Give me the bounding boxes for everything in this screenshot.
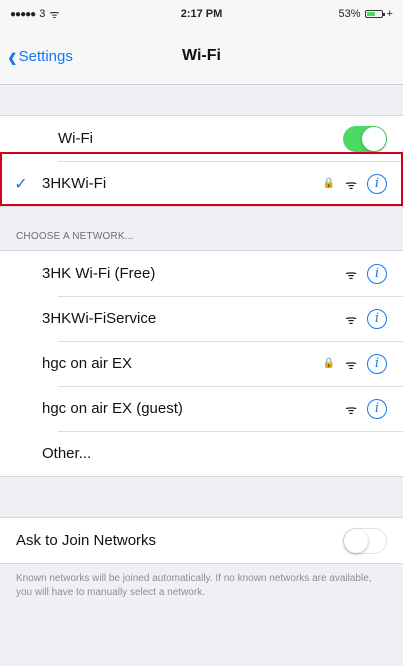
network-list: 3HK Wi-Fi (Free) ᯤ i 3HKWi-FiService ᯤ i…	[0, 250, 403, 477]
other-label: Other...	[42, 445, 92, 462]
ask-join-footer: Known networks will be joined automatica…	[16, 573, 372, 598]
network-name: hgc on air EX	[42, 355, 133, 372]
wifi-signal-icon: ᯤ	[345, 356, 357, 372]
info-icon[interactable]: i	[367, 353, 387, 374]
status-left: ●●●●● 3 ᯤ	[10, 7, 100, 22]
settings-screen: ●●●●● 3 ᯤ 2:17 PM 53% + ‹ Settings Wi-Fi…	[0, 0, 403, 666]
ask-join-row: Ask to Join Networks	[0, 518, 403, 563]
carrier-label: 3	[39, 8, 46, 20]
choose-network-header: CHOOSE A NETWORK...	[16, 231, 134, 242]
ask-join-group: Ask to Join Networks	[0, 517, 403, 564]
status-bar: ●●●●● 3 ᯤ 2:17 PM 53% +	[0, 0, 403, 28]
network-row[interactable]: hgc on air EX (guest) ᯤ i	[0, 386, 403, 431]
chevron-left-icon: ‹	[8, 38, 17, 74]
wifi-signal-icon: ᯤ	[345, 311, 357, 327]
wifi-group: Wi-Fi ✓ 3HKWi-Fi 🔒 ᯤ i	[0, 115, 403, 207]
network-name: 3HKWi-FiService	[42, 310, 157, 327]
wifi-signal-icon: ᯤ	[345, 266, 357, 282]
wifi-signal-icon: ᯤ	[345, 401, 357, 417]
network-name: hgc on air EX (guest)	[42, 400, 183, 417]
info-icon[interactable]: i	[367, 398, 387, 419]
wifi-signal-icon: ᯤ	[345, 176, 357, 192]
wifi-toggle-row: Wi-Fi	[0, 116, 403, 161]
info-icon[interactable]: i	[367, 263, 387, 284]
wifi-status-icon: ᯤ	[49, 8, 60, 21]
navigation-bar: ‹ Settings Wi-Fi	[0, 28, 403, 85]
status-time: 2:17 PM	[180, 8, 223, 20]
network-row[interactable]: 3HKWi-FiService ᯤ i	[0, 296, 403, 341]
charging-icon: +	[386, 8, 393, 20]
back-button[interactable]: ‹ Settings	[8, 38, 73, 74]
lock-icon: 🔒	[322, 358, 336, 369]
connected-network-row[interactable]: ✓ 3HKWi-Fi 🔒 ᯤ i	[0, 161, 403, 206]
checkmark-icon: ✓	[14, 175, 28, 193]
battery-percent: 53%	[338, 8, 361, 20]
wifi-toggle[interactable]	[343, 125, 387, 152]
toggle-knob	[362, 126, 386, 151]
network-row[interactable]: 3HK Wi-Fi (Free) ᯤ i	[0, 251, 403, 296]
page-title: Wi-Fi	[182, 47, 221, 64]
back-label: Settings	[18, 47, 73, 65]
toggle-knob	[344, 528, 368, 553]
battery-icon	[364, 10, 385, 18]
ask-join-label: Ask to Join Networks	[16, 532, 157, 549]
wifi-label: Wi-Fi	[58, 130, 93, 147]
ask-join-toggle[interactable]	[343, 527, 387, 554]
signal-strength-icon: ●●●●●	[10, 8, 36, 20]
info-icon[interactable]: i	[367, 308, 387, 329]
network-row[interactable]: hgc on air EX 🔒 ᯤ i	[0, 341, 403, 386]
network-name: 3HK Wi-Fi (Free)	[42, 265, 156, 282]
other-network-row[interactable]: Other...	[0, 431, 403, 476]
status-right: 53% +	[303, 8, 393, 20]
lock-icon: 🔒	[322, 178, 336, 189]
info-icon[interactable]: i	[367, 173, 387, 194]
connected-network-name: 3HKWi-Fi	[42, 175, 107, 192]
